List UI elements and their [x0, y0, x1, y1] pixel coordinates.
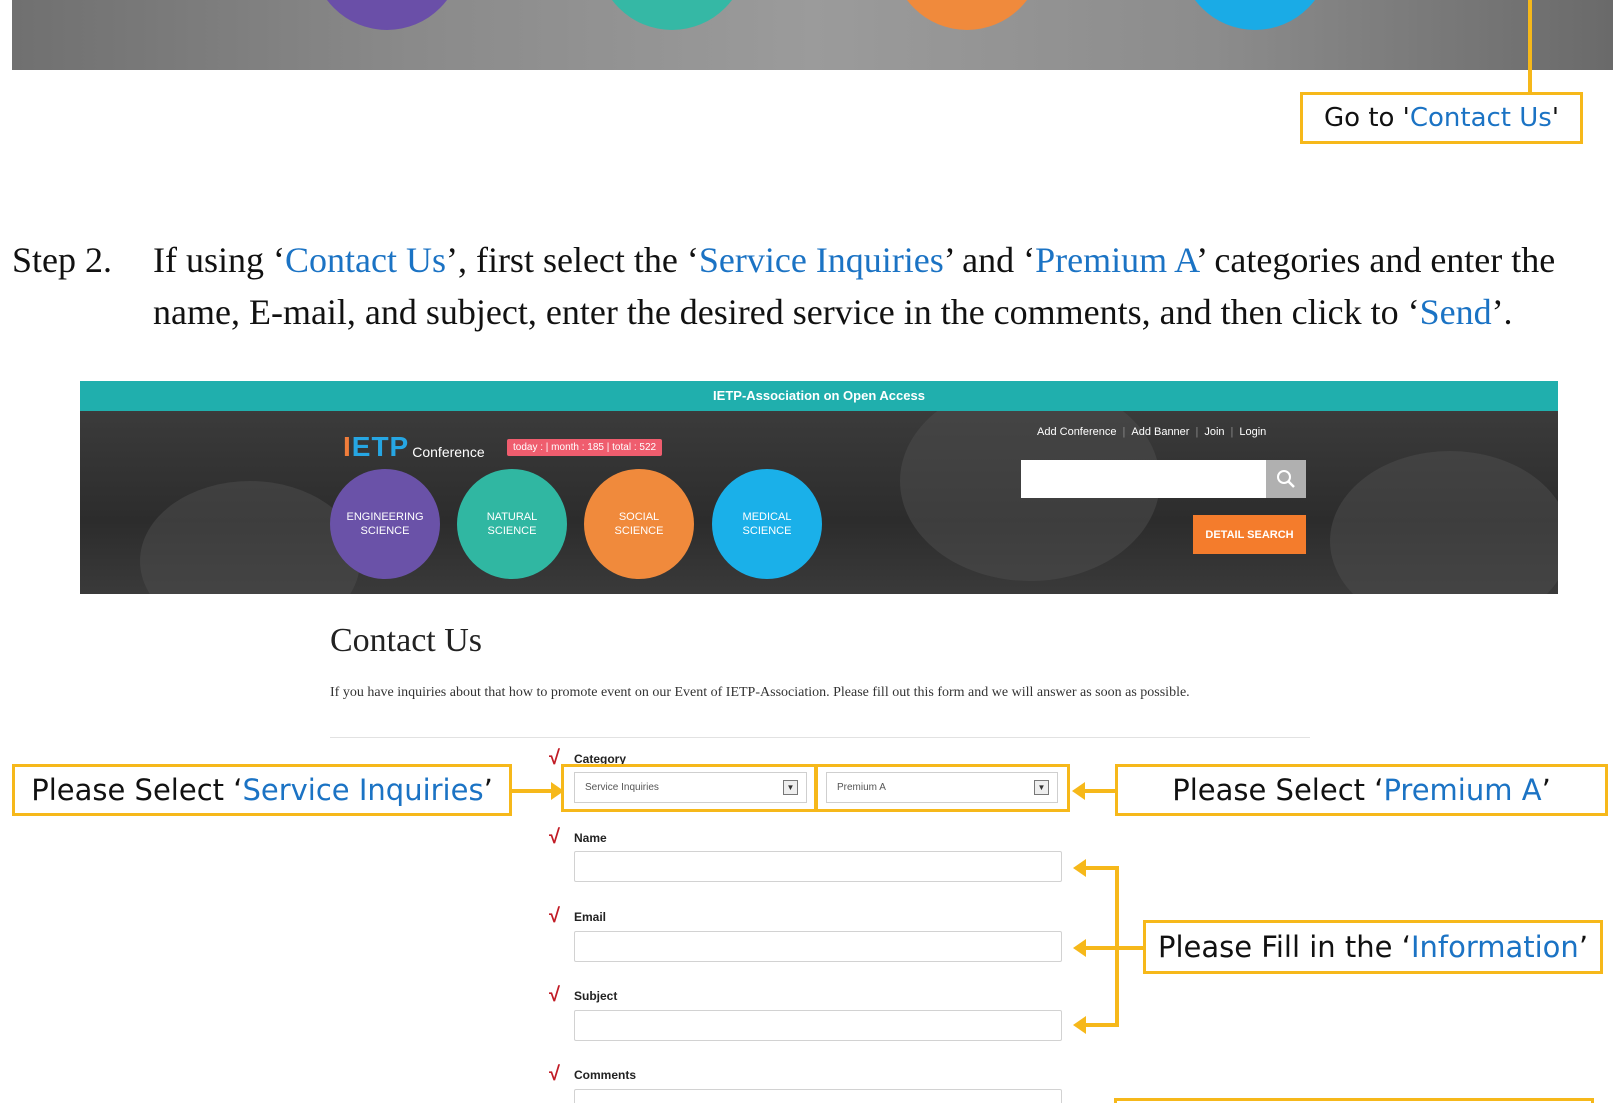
subject-label: Subject — [574, 989, 618, 1003]
highlight-contact-us: Contact Us — [284, 240, 446, 280]
step-number: Step 2. — [12, 240, 113, 280]
medical-circle-partial[interactable] — [1180, 0, 1330, 30]
step-text: If using ‘Contact Us’, first select the … — [153, 240, 1556, 332]
required-check-icon: √ — [549, 905, 560, 927]
social-circle-partial[interactable] — [892, 0, 1042, 30]
search-button[interactable] — [1266, 460, 1306, 498]
callout-highlight: Contact Us — [1409, 103, 1552, 133]
select-service-callout: Please Select ‘Service Inquiries’ — [12, 764, 512, 816]
required-check-icon: √ — [549, 747, 560, 769]
category-natural-button[interactable]: NATURAL SCIENCE — [457, 469, 567, 579]
header-links: Add Conference | Add Banner | Join | Login — [1037, 426, 1267, 438]
join-link[interactable]: Join — [1204, 426, 1224, 438]
required-check-icon: √ — [549, 826, 560, 848]
logo-conference: Conference — [412, 444, 485, 460]
name-label: Name — [574, 831, 607, 845]
callout-text: ' — [1551, 103, 1559, 133]
previous-step-banner — [12, 0, 1613, 70]
callout-highlight: Premium A — [1383, 773, 1542, 807]
site-hero: IETP Conference today : | month : 185 | … — [80, 411, 1558, 594]
arrow-left-icon — [1072, 782, 1085, 800]
callout-connector-line — [512, 789, 555, 793]
callout-connector-line — [1085, 789, 1115, 793]
background-blob — [140, 481, 360, 594]
site-search-input[interactable] — [1021, 460, 1266, 498]
callout-connector-line — [1528, 0, 1532, 93]
email-label: Email — [574, 910, 607, 924]
natural-circle-partial[interactable] — [597, 0, 747, 30]
site-header-screenshot: IETP-Association on Open Access IETP Con… — [80, 381, 1558, 594]
logo-mark: IETP — [343, 431, 410, 462]
select-premium-callout: Please Select ‘Premium A’ — [1115, 764, 1608, 816]
premium-highlight-box — [815, 764, 1070, 812]
add-banner-link[interactable]: Add Banner — [1131, 426, 1189, 438]
arrow-left-icon — [1073, 1016, 1086, 1034]
arrow-left-icon — [1073, 939, 1086, 957]
callout-connector-line — [1086, 1023, 1119, 1027]
site-logo[interactable]: IETP Conference — [343, 433, 485, 461]
arrow-right-icon — [551, 782, 564, 800]
name-field[interactable] — [574, 851, 1062, 882]
detail-search-button[interactable]: DETAIL SEARCH — [1193, 515, 1306, 554]
background-blob — [1330, 451, 1558, 594]
highlight-premium-a: Premium A — [1035, 240, 1197, 280]
divider — [330, 737, 1310, 738]
required-check-icon: √ — [549, 1063, 560, 1085]
callout-connector-line — [1086, 946, 1143, 950]
site-topbar: IETP-Association on Open Access — [80, 381, 1558, 411]
required-check-icon: √ — [549, 984, 560, 1006]
category-engineering-button[interactable]: ENGINEERING SCIENCE — [330, 469, 440, 579]
search-icon — [1277, 470, 1295, 488]
highlight-send: Send — [1419, 292, 1492, 332]
subject-field[interactable] — [574, 1010, 1062, 1041]
comments-field[interactable] — [574, 1089, 1062, 1103]
highlight-service-inquiries: Service Inquiries — [698, 240, 944, 280]
category-medical-button[interactable]: MEDICAL SCIENCE — [712, 469, 822, 579]
next-callout-partial — [1114, 1098, 1594, 1103]
callout-highlight: Information — [1410, 930, 1579, 964]
comments-label: Comments — [574, 1068, 637, 1082]
email-field[interactable] — [574, 931, 1062, 962]
arrow-left-icon — [1073, 859, 1086, 877]
callout-text: Go to ' — [1324, 103, 1410, 133]
callout-connector-line — [1086, 866, 1119, 870]
visitor-counter: today : | month : 185 | total : 522 — [507, 439, 663, 456]
go-to-contact-callout: Go to ' Contact Us ' — [1300, 92, 1583, 144]
callout-highlight: Service Inquiries — [242, 773, 484, 807]
category-social-button[interactable]: SOCIAL SCIENCE — [584, 469, 694, 579]
add-conference-link[interactable]: Add Conference — [1037, 426, 1117, 438]
page-description: If you have inquiries about that how to … — [330, 685, 1190, 700]
engineering-circle-partial[interactable] — [312, 0, 462, 30]
category-highlight-box — [561, 764, 817, 812]
login-link[interactable]: Login — [1239, 426, 1266, 438]
page-title: Contact Us — [330, 622, 483, 659]
fill-information-callout: Please Fill in the ‘Information’ — [1143, 920, 1603, 974]
